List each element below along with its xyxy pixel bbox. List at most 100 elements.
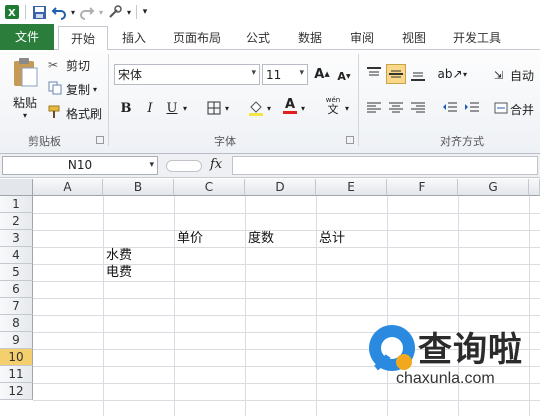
cell-e3[interactable]: 总计 <box>316 230 345 247</box>
font-group-label: 字体 <box>214 135 236 148</box>
tab-view[interactable]: 视图 <box>394 26 434 50</box>
bold-button[interactable]: B <box>116 98 136 118</box>
row-header-4[interactable]: 4 <box>0 247 33 264</box>
undo-dropdown-icon[interactable]: ▾ <box>69 2 77 22</box>
underline-dropdown-icon[interactable]: ▾ <box>180 98 190 118</box>
tab-data[interactable]: 数据 <box>290 26 330 50</box>
decrease-indent-icon[interactable] <box>440 98 460 118</box>
align-center-icon[interactable] <box>386 98 406 118</box>
select-all-corner[interactable] <box>0 179 33 196</box>
row-header-6[interactable]: 6 <box>0 281 33 298</box>
cell-d3[interactable]: 度数 <box>245 230 274 247</box>
paste-dropdown-icon: ▾ <box>22 111 27 120</box>
cell-b4[interactable]: 水费 <box>103 247 132 264</box>
row-header-3[interactable]: 3 <box>0 230 33 247</box>
row-header-8[interactable]: 8 <box>0 315 33 332</box>
align-middle-icon[interactable] <box>386 64 406 84</box>
format-painter-label: 格式刷 <box>66 106 103 121</box>
row-header-11[interactable]: 11 <box>0 366 33 383</box>
watermark: 查询啦 chaxunla.com <box>366 322 540 402</box>
row-header-7[interactable]: 7 <box>0 298 33 315</box>
orientation-icon[interactable]: ab↗ <box>437 64 462 84</box>
increase-indent-icon[interactable] <box>462 98 482 118</box>
paste-icon <box>14 58 38 87</box>
copy-button[interactable]: 复制 ▾ <box>48 80 97 98</box>
tab-review[interactable]: 审阅 <box>342 26 382 50</box>
row-header-10[interactable]: 10 <box>0 349 33 366</box>
column-header-c[interactable]: C <box>174 179 245 196</box>
ribbon: 粘贴 ▾ ✂ 剪切 复制 ▾ 格式刷 剪贴板 宋体 ▾ 11 ▾ A ▲ A ▼ B… <box>0 50 540 154</box>
undo-icon[interactable] <box>49 2 69 22</box>
row-header-9[interactable]: 9 <box>0 332 33 349</box>
insert-function-icon[interactable]: fx <box>210 157 222 172</box>
fill-color-dropdown-icon[interactable]: ▾ <box>264 98 274 118</box>
grid-line <box>33 281 540 282</box>
merge-center-button[interactable]: 合并 <box>494 100 534 118</box>
phonetic-dropdown-icon[interactable]: ▾ <box>342 98 352 118</box>
tools-dropdown-icon[interactable]: ▾ <box>125 2 133 22</box>
tab-insert[interactable]: 插入 <box>114 26 154 50</box>
font-dialog-launcher[interactable] <box>346 136 354 144</box>
column-header-a[interactable]: A <box>33 179 103 196</box>
copy-label: 复制 <box>66 82 91 97</box>
underline-button[interactable]: U <box>162 98 182 118</box>
align-right-icon[interactable] <box>408 98 428 118</box>
paste-button[interactable]: 粘贴 ▾ <box>8 56 42 126</box>
quick-access-toolbar: X ▾ ▾ ▾ ▾ <box>0 0 540 24</box>
cell-b5[interactable]: 电费 <box>103 264 132 281</box>
column-header-b[interactable]: B <box>103 179 174 196</box>
orientation-dropdown-icon[interactable]: ▾ <box>460 64 470 84</box>
column-header-d[interactable]: D <box>245 179 316 196</box>
italic-button[interactable]: I <box>140 98 160 118</box>
svg-text:X: X <box>8 8 16 19</box>
wrap-text-icon: ⇲ <box>494 68 504 82</box>
font-color-dropdown-icon[interactable]: ▾ <box>298 98 308 118</box>
borders-dropdown-icon[interactable]: ▾ <box>222 98 232 118</box>
tab-file[interactable]: 文件 <box>0 24 54 50</box>
tab-developer[interactable]: 开发工具 <box>446 26 508 50</box>
redo-icon[interactable] <box>77 2 97 22</box>
align-left-icon[interactable] <box>364 98 384 118</box>
wrap-text-button[interactable]: ⇲ 自动 <box>494 66 534 84</box>
column-header-e[interactable]: E <box>316 179 387 196</box>
cell-c3[interactable]: 单价 <box>174 230 203 247</box>
save-icon[interactable] <box>29 2 49 22</box>
tab-formulas[interactable]: 公式 <box>238 26 278 50</box>
borders-icon[interactable] <box>204 98 224 118</box>
redo-dropdown-icon[interactable]: ▾ <box>97 2 105 22</box>
tab-page-layout[interactable]: 页面布局 <box>166 26 228 50</box>
column-header-f[interactable]: F <box>387 179 458 196</box>
chevron-down-icon: ▾ <box>251 68 256 78</box>
clipboard-group-label: 剪贴板 <box>28 135 61 148</box>
clipboard-dialog-launcher[interactable] <box>96 136 104 144</box>
align-top-icon[interactable] <box>364 64 384 84</box>
format-painter-button[interactable]: 格式刷 <box>48 104 102 122</box>
row-header-12[interactable]: 12 <box>0 383 33 400</box>
grow-font-icon[interactable]: A ▲ <box>312 64 332 84</box>
fill-color-icon[interactable] <box>246 98 266 118</box>
format-painter-icon <box>48 105 66 122</box>
font-size-select[interactable]: 11 ▾ <box>262 64 308 85</box>
name-box-value: N10 <box>67 158 93 172</box>
formula-input[interactable] <box>232 156 538 175</box>
font-color-icon[interactable]: A <box>280 96 300 116</box>
cut-button[interactable]: ✂ 剪切 <box>48 56 90 74</box>
name-box[interactable]: N10 ▾ <box>2 156 158 175</box>
column-header-g[interactable]: G <box>458 179 529 196</box>
tools-icon[interactable] <box>105 2 125 22</box>
row-header-2[interactable]: 2 <box>0 213 33 230</box>
column-header-h[interactable] <box>529 179 540 196</box>
row-header-1[interactable]: 1 <box>0 196 33 213</box>
font-name-select[interactable]: 宋体 ▾ <box>114 64 260 85</box>
cut-label: 剪切 <box>66 58 91 73</box>
font-name-value: 宋体 <box>118 68 143 82</box>
shrink-font-icon[interactable]: A ▼ <box>334 66 354 86</box>
customize-qat-icon[interactable]: ▾ <box>140 2 150 22</box>
grid-line <box>33 230 540 231</box>
align-bottom-icon[interactable] <box>408 64 428 84</box>
tab-home[interactable]: 开始 <box>58 26 108 51</box>
phonetic-guide-icon[interactable]: wén 文 <box>322 96 344 116</box>
formula-bar-resize-handle[interactable] <box>166 160 202 172</box>
watermark-url: chaxunla.com <box>396 370 495 387</box>
row-header-5[interactable]: 5 <box>0 264 33 281</box>
